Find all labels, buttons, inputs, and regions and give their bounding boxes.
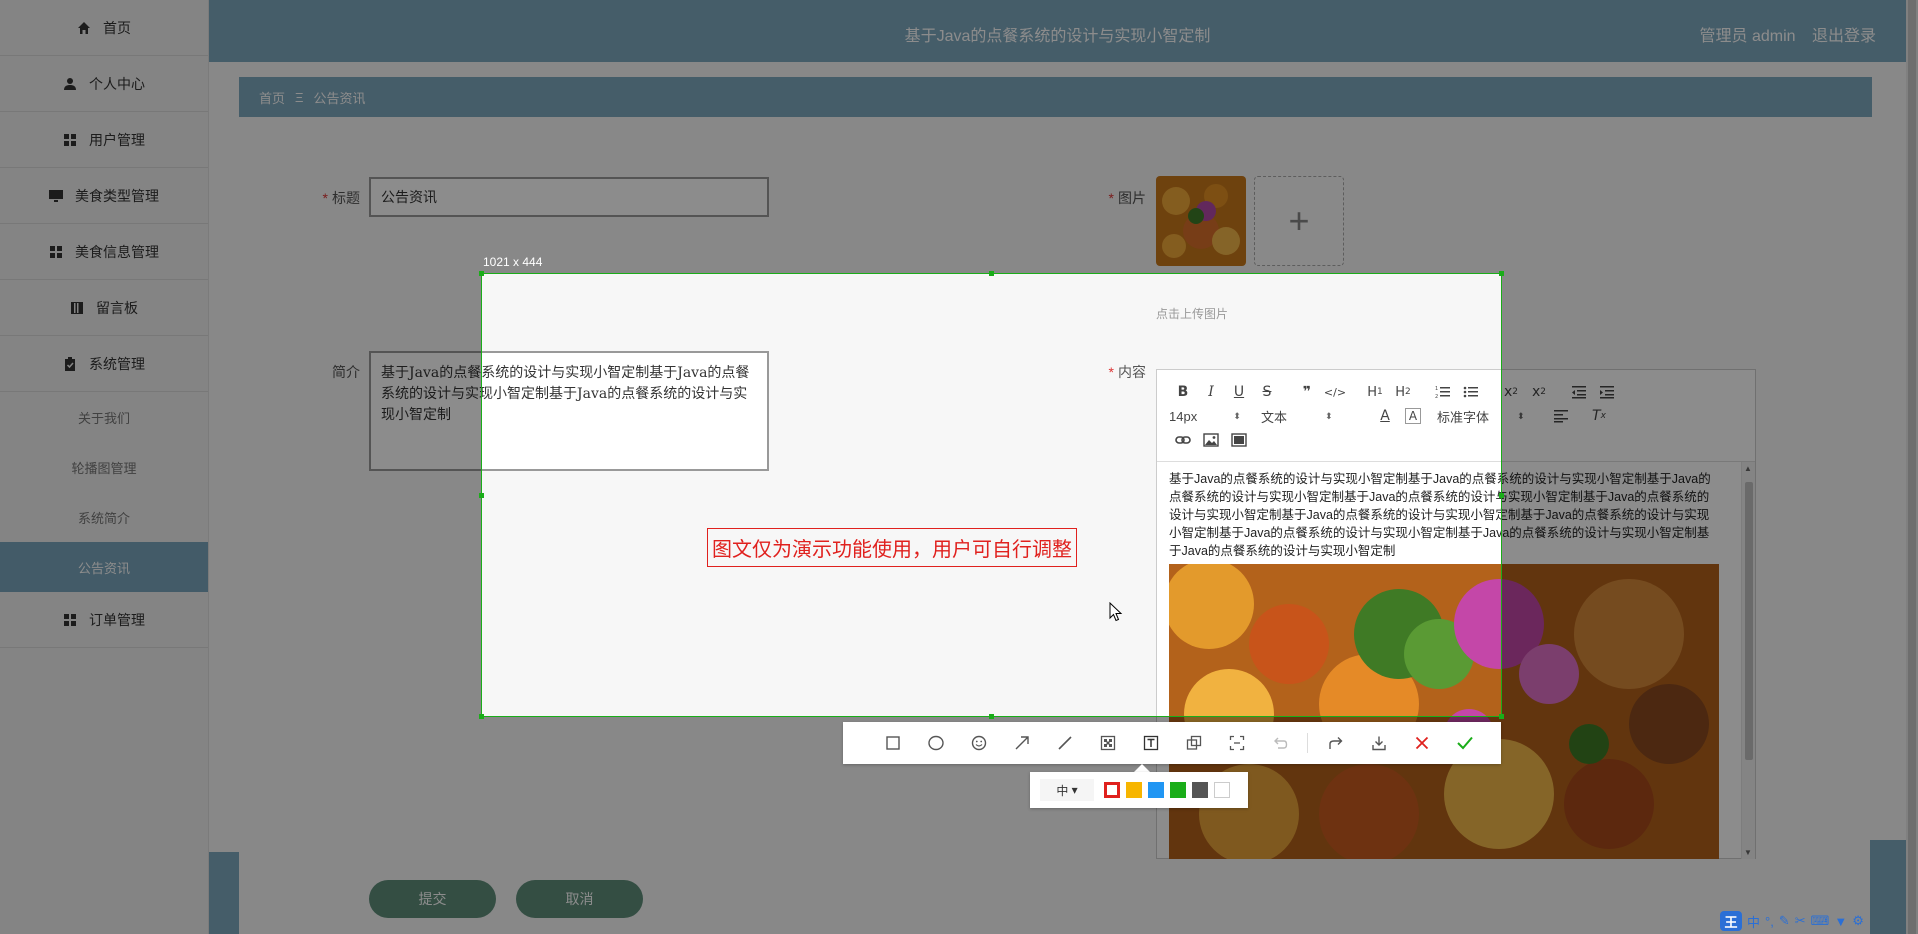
color-swatch-green[interactable]: [1170, 782, 1186, 798]
resize-handle[interactable]: [1499, 493, 1504, 498]
gear-icon[interactable]: ⚙: [1852, 913, 1864, 929]
ocr-icon[interactable]: [1215, 722, 1258, 764]
screenshot-dim-right: [1502, 273, 1918, 717]
ellipse-icon[interactable]: [914, 722, 957, 764]
mouse-cursor-icon: [1109, 601, 1123, 625]
color-swatch-blue[interactable]: [1148, 782, 1164, 798]
toolbar-divider: [1307, 733, 1308, 753]
color-swatch-gray[interactable]: [1192, 782, 1208, 798]
screenshot-toolbar: [843, 722, 1501, 764]
resize-handle[interactable]: [989, 271, 994, 276]
resize-handle[interactable]: [989, 714, 994, 719]
emoji-icon[interactable]: [957, 722, 1000, 764]
pen-icon[interactable]: ✎: [1779, 913, 1790, 929]
line-icon[interactable]: [1043, 722, 1086, 764]
resize-handle[interactable]: [1499, 271, 1504, 276]
resize-handle[interactable]: [1499, 714, 1504, 719]
text-icon[interactable]: [1129, 722, 1172, 764]
mosaic-icon[interactable]: [1086, 722, 1129, 764]
save-icon[interactable]: [1357, 722, 1400, 764]
selection-size-label: 1021 x 444: [483, 255, 543, 269]
screenshot-dim-top: [0, 0, 1918, 273]
annotation-text-box[interactable]: 图文仅为演示功能使用，用户可自行调整: [707, 528, 1077, 567]
ime-toolbar: 王 中 °, ✎ ✂ ⌨ ▼ ⚙: [1720, 910, 1869, 932]
rect-icon[interactable]: [871, 722, 914, 764]
undo-icon[interactable]: [1258, 722, 1301, 764]
confirm-icon[interactable]: [1443, 722, 1486, 764]
cancel-icon[interactable]: [1400, 722, 1443, 764]
color-swatch-yellow[interactable]: [1126, 782, 1142, 798]
pen-size-select[interactable]: 中 ▾: [1040, 779, 1094, 801]
shirt-icon[interactable]: ▼: [1834, 914, 1847, 929]
arrow-icon[interactable]: [1000, 722, 1043, 764]
resize-handle[interactable]: [479, 493, 484, 498]
color-swatch-white[interactable]: [1214, 782, 1230, 798]
resize-handle[interactable]: [479, 271, 484, 276]
resize-handle[interactable]: [479, 714, 484, 719]
copy-icon[interactable]: [1172, 722, 1215, 764]
screenshot-selection[interactable]: [481, 273, 1502, 717]
text-style-panel: 中 ▾: [1030, 772, 1248, 808]
keyboard-icon[interactable]: ⌨: [1811, 913, 1830, 929]
screenshot-dim-left: [0, 273, 481, 717]
share-icon[interactable]: [1314, 722, 1357, 764]
color-swatch-red[interactable]: [1104, 782, 1120, 798]
scissors-icon[interactable]: ✂: [1795, 913, 1806, 929]
sub-toolbar-pointer: [1134, 764, 1150, 772]
ime-mode[interactable]: 中: [1747, 912, 1760, 931]
ime-logo[interactable]: 王: [1720, 911, 1742, 931]
ime-punct[interactable]: °,: [1765, 914, 1774, 929]
